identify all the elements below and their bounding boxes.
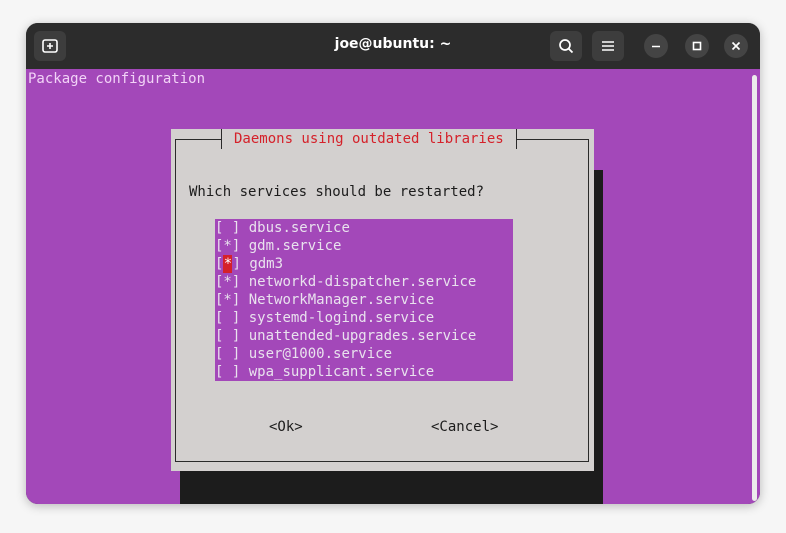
- outdated-daemons-dialog: Daemons using outdated libraries Which s…: [171, 129, 594, 471]
- close-icon: [731, 41, 741, 51]
- checkbox[interactable]: [ ]: [215, 220, 240, 236]
- checkbox-focused[interactable]: [*]: [215, 255, 241, 273]
- terminal-area[interactable]: Package configuration Daemons using outd…: [26, 69, 748, 504]
- service-label: gdm.service: [248, 238, 342, 254]
- service-label: systemd-logind.service: [248, 310, 435, 326]
- minimize-button[interactable]: [644, 34, 668, 58]
- search-icon: [559, 39, 574, 54]
- maximize-icon: [692, 41, 702, 51]
- checkbox[interactable]: [ ]: [215, 364, 240, 380]
- service-item-wpa-supplicant[interactable]: [ ] wpa_supplicant.service: [215, 363, 434, 381]
- package-configuration-header: Package configuration: [28, 71, 206, 87]
- service-item-user-1000[interactable]: [ ] user@1000.service: [215, 345, 392, 363]
- checkbox[interactable]: [*]: [215, 274, 240, 290]
- dialog-title: Daemons using outdated libraries: [221, 129, 517, 149]
- service-label: wpa_supplicant.service: [248, 364, 435, 380]
- service-label: NetworkManager.service: [248, 292, 435, 308]
- service-item-networkmanager[interactable]: [*] NetworkManager.service: [215, 291, 434, 309]
- checkbox[interactable]: [*]: [215, 238, 240, 254]
- title-bar[interactable]: joe@ubuntu: ~: [26, 23, 760, 69]
- ok-button[interactable]: <Ok>: [269, 419, 303, 435]
- search-button[interactable]: [550, 31, 582, 61]
- services-checklist[interactable]: [ ] dbus.service [*] gdm.service [*] gdm…: [215, 219, 513, 381]
- dialog-question: Which services should be restarted?: [189, 184, 485, 200]
- service-item-gdm[interactable]: [*] gdm.service: [215, 237, 341, 255]
- menu-button[interactable]: [592, 31, 624, 61]
- service-item-dbus[interactable]: [ ] dbus.service: [215, 219, 350, 237]
- cancel-button[interactable]: <Cancel>: [431, 419, 498, 435]
- service-item-systemd-logind[interactable]: [ ] systemd-logind.service: [215, 309, 434, 327]
- checkbox[interactable]: [ ]: [215, 310, 240, 326]
- close-button[interactable]: [724, 34, 748, 58]
- service-label: unattended-upgrades.service: [248, 328, 477, 344]
- minimize-icon: [652, 45, 660, 48]
- service-label: gdm3: [249, 256, 284, 272]
- checkbox[interactable]: [ ]: [215, 346, 240, 362]
- service-item-unattended-upgrades[interactable]: [ ] unattended-upgrades.service: [215, 327, 476, 345]
- scrollbar-thumb[interactable]: [752, 75, 757, 501]
- service-item-gdm3[interactable]: [*] gdm3: [215, 255, 283, 273]
- focus-cursor: *: [223, 255, 233, 273]
- hamburger-menu-icon: [602, 41, 614, 51]
- checkbox[interactable]: [*]: [215, 292, 240, 308]
- scrollbar[interactable]: [748, 69, 760, 504]
- service-label: user@1000.service: [248, 346, 393, 362]
- terminal-window: joe@ubuntu: ~ Package configuration Daem…: [26, 23, 760, 504]
- service-label: dbus.service: [248, 220, 350, 236]
- maximize-button[interactable]: [685, 34, 709, 58]
- service-item-networkd-dispatcher[interactable]: [*] networkd-dispatcher.service: [215, 273, 476, 291]
- checkbox[interactable]: [ ]: [215, 328, 240, 344]
- service-label: networkd-dispatcher.service: [248, 274, 477, 290]
